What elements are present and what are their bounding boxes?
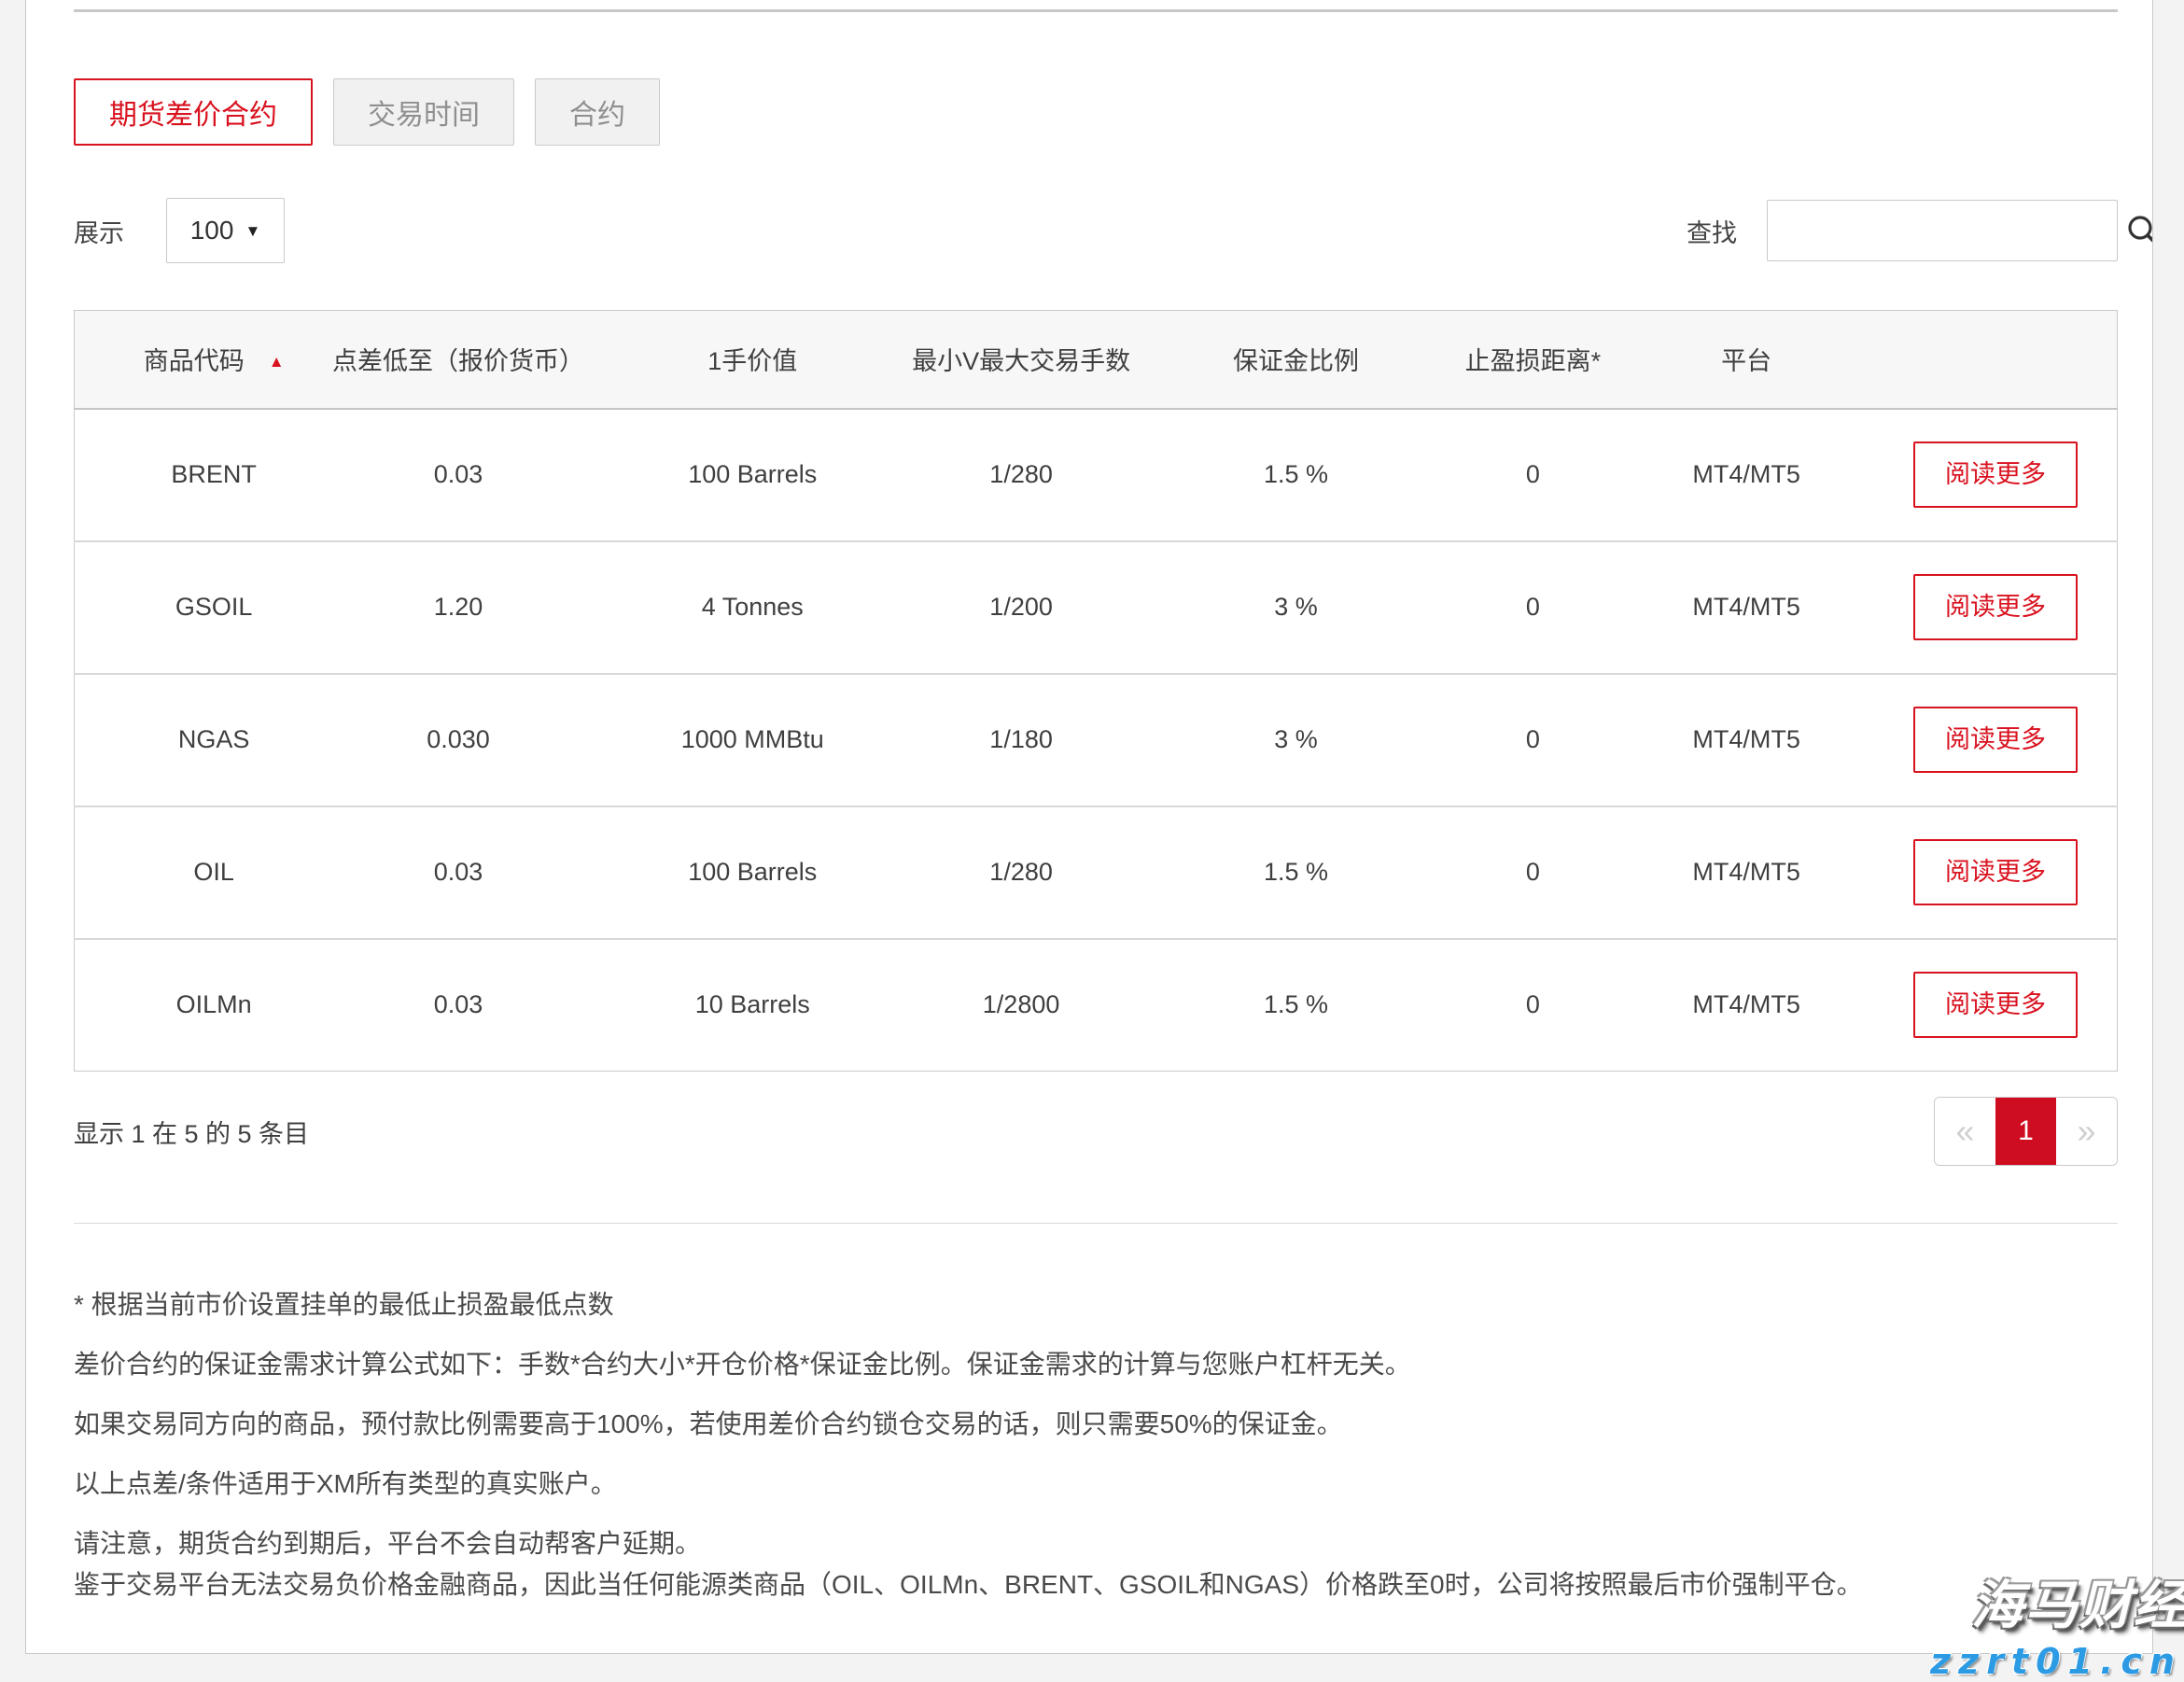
notes-divider (74, 1223, 2118, 1224)
cell-lot-value: 100 Barrels (608, 806, 898, 939)
read-more-button[interactable]: 阅读更多 (1913, 574, 2078, 640)
cell-platform: MT4/MT5 (1618, 939, 1874, 1072)
cell-symbol: OIL (75, 806, 310, 939)
cell-symbol: NGAS (75, 674, 310, 806)
cell-margin: 1.5 % (1145, 806, 1448, 939)
column-header-margin: 保证金比例 (1145, 311, 1448, 409)
tab-futures-cfd[interactable]: 期货差价合约 (74, 78, 313, 146)
footnote: 以上点差/条件适用于XM所有类型的真实账户。 (74, 1465, 2118, 1504)
cell-symbol: BRENT (75, 409, 310, 541)
cell-stop: 0 (1447, 806, 1618, 939)
cell-platform: MT4/MT5 (1618, 674, 1874, 806)
cell-spread: 0.030 (309, 674, 608, 806)
table-row: OIL 0.03 100 Barrels 1/280 1.5 % 0 MT4/M… (75, 806, 2118, 939)
cell-margin: 3 % (1145, 674, 1448, 806)
cell-symbol: GSOIL (75, 541, 310, 674)
tab-contract[interactable]: 合约 (535, 78, 660, 146)
cell-spread: 0.03 (309, 409, 608, 541)
cell-stop: 0 (1447, 939, 1618, 1072)
cell-spread: 0.03 (309, 806, 608, 939)
page-size-select[interactable]: 100 ▼ (166, 198, 285, 263)
tab-bar: 期货差价合约 交易时间 合约 (74, 78, 2118, 146)
cell-min-max: 1/200 (898, 541, 1145, 674)
cell-lot-value: 1000 MMBtu (608, 674, 898, 806)
pagination: « 1 » (1934, 1097, 2118, 1166)
read-more-button[interactable]: 阅读更多 (1913, 839, 2078, 905)
pagination-page-1[interactable]: 1 (1995, 1098, 2056, 1165)
cell-platform: MT4/MT5 (1618, 806, 1874, 939)
table-row: BRENT 0.03 100 Barrels 1/280 1.5 % 0 MT4… (75, 409, 2118, 541)
table-controls: 展示 100 ▼ 查找 (74, 198, 2118, 263)
column-header-symbol-label: 商品代码 (144, 347, 245, 375)
cell-symbol: OILMn (75, 939, 310, 1072)
footnote: * 根据当前市价设置挂单的最低止损盈最低点数 (74, 1285, 2118, 1325)
cell-min-max: 1/2800 (898, 939, 1145, 1072)
table-row: OILMn 0.03 10 Barrels 1/2800 1.5 % 0 MT4… (75, 939, 2118, 1072)
read-more-button[interactable]: 阅读更多 (1913, 972, 2078, 1038)
cell-stop: 0 (1447, 409, 1618, 541)
footnotes: * 根据当前市价设置挂单的最低止损盈最低点数 差价合约的保证金需求计算公式如下：… (74, 1285, 2118, 1605)
cell-lot-value: 4 Tonnes (608, 541, 898, 674)
footnote: 差价合约的保证金需求计算公式如下：手数*合约大小*开仓价格*保证金比例。保证金需… (74, 1345, 2118, 1384)
cell-stop: 0 (1447, 674, 1618, 806)
show-label: 展示 (74, 213, 124, 249)
search-icon[interactable] (2124, 212, 2153, 249)
table-header-row: 商品代码 ▲ 点差低至（报价货币） 1手价值 最小V最大交易手数 保证金比例 止盈… (75, 311, 2118, 409)
column-header-symbol[interactable]: 商品代码 ▲ (75, 311, 310, 409)
cell-spread: 0.03 (309, 939, 608, 1072)
cell-min-max: 1/180 (898, 674, 1145, 806)
showing-entries-text: 显示 1 在 5 的 5 条目 (74, 1114, 309, 1150)
top-divider (74, 9, 2118, 12)
pagination-next-button[interactable]: » (2056, 1098, 2117, 1165)
search-label: 查找 (1687, 213, 1737, 249)
column-header-lot-value: 1手价值 (608, 311, 898, 409)
cell-margin: 1.5 % (1145, 409, 1448, 541)
column-header-spread: 点差低至（报价货币） (309, 311, 608, 409)
cell-margin: 1.5 % (1145, 939, 1448, 1072)
column-header-platform: 平台 (1618, 311, 1874, 409)
footnote: 如果交易同方向的商品，预付款比例需要高于100%，若使用差价合约锁仓交易的话，则… (74, 1405, 2118, 1444)
pagination-prev-button[interactable]: « (1935, 1098, 1995, 1165)
cell-lot-value: 100 Barrels (608, 409, 898, 541)
cell-min-max: 1/280 (898, 806, 1145, 939)
cell-margin: 3 % (1145, 541, 1448, 674)
sort-asc-icon: ▲ (269, 353, 285, 371)
cell-platform: MT4/MT5 (1618, 541, 1874, 674)
chevron-down-icon: ▼ (245, 223, 260, 239)
footnote: 鉴于交易平台无法交易负价格金融商品，因此当任何能源类商品（OIL、OILMn、B… (74, 1565, 2118, 1605)
footnote: 请注意，期货合约到期后，平台不会自动帮客户延期。 (74, 1524, 2118, 1563)
cell-stop: 0 (1447, 541, 1618, 674)
cell-platform: MT4/MT5 (1618, 409, 1874, 541)
table-row: GSOIL 1.20 4 Tonnes 1/200 3 % 0 MT4/MT5 … (75, 541, 2118, 674)
cell-lot-value: 10 Barrels (608, 939, 898, 1072)
search-box (1767, 200, 2118, 261)
page-size-value: 100 (190, 216, 234, 245)
search-input[interactable] (1768, 201, 2124, 260)
cell-spread: 1.20 (309, 541, 608, 674)
tab-trading-hours[interactable]: 交易时间 (333, 78, 514, 146)
cell-min-max: 1/280 (898, 409, 1145, 541)
instruments-table: 商品代码 ▲ 点差低至（报价货币） 1手价值 最小V最大交易手数 保证金比例 止盈… (74, 310, 2118, 1072)
content-card: 期货差价合约 交易时间 合约 展示 100 ▼ 查找 (25, 0, 2153, 1654)
column-header-actions (1874, 311, 2118, 409)
list-footer: 显示 1 在 5 的 5 条目 « 1 » (74, 1092, 2118, 1170)
read-more-button[interactable]: 阅读更多 (1913, 707, 2078, 773)
table-row: NGAS 0.030 1000 MMBtu 1/180 3 % 0 MT4/MT… (75, 674, 2118, 806)
column-header-min-max-lots: 最小V最大交易手数 (898, 311, 1145, 409)
read-more-button[interactable]: 阅读更多 (1913, 442, 2078, 508)
column-header-stop-distance: 止盈损距离* (1447, 311, 1618, 409)
